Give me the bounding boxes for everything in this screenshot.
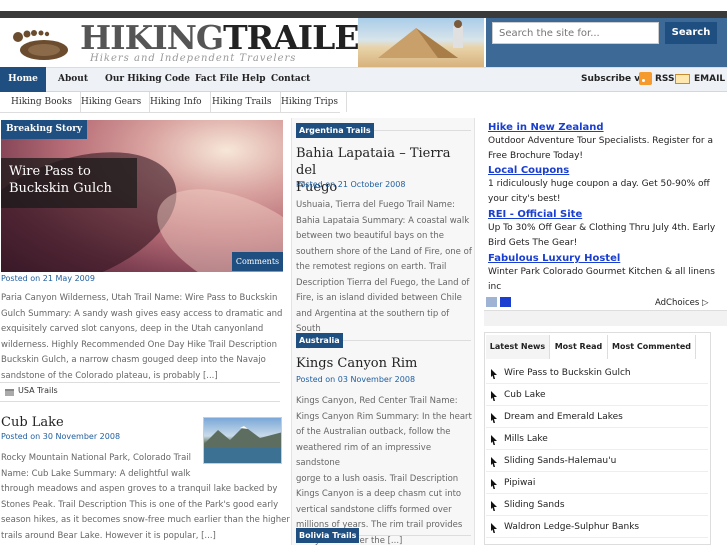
list-item-label[interactable]: Sliding Sands-Halemau'u <box>504 456 616 466</box>
ad-text: Outdoor Adventure Tour Specialists. Regi… <box>488 136 713 161</box>
subnav-hiking-books[interactable]: Hiking Books <box>3 92 82 112</box>
list-item-label[interactable]: Cub Lake <box>504 390 546 400</box>
cursor-arrow-icon <box>491 457 497 467</box>
subnav-hiking-trails[interactable]: Hiking Trails <box>204 92 281 112</box>
ad-text: Winter Park Colorado Gourmet Kitchen & a… <box>488 267 715 292</box>
post-excerpt: Ushuaia, Tierra del Fuego Trail Name: Ba… <box>296 200 472 350</box>
logo-word-hiking: HIKING <box>80 18 224 57</box>
nav-our-hiking-code[interactable]: Our Hiking Code <box>105 67 190 92</box>
footprint-logo-icon[interactable] <box>8 28 74 62</box>
ad-prev-arrow-icon[interactable] <box>486 297 497 307</box>
top-bar <box>0 11 727 18</box>
header-banner-pyramid-image <box>358 18 484 67</box>
breaking-story-badge: Breaking Story <box>1 120 88 139</box>
rss-icon[interactable] <box>639 72 652 85</box>
list-item-label[interactable]: Mills Lake <box>504 434 548 444</box>
tag-bolivia-trails[interactable]: Bolivia Trails <box>296 528 360 543</box>
ad-title[interactable]: Local Coupons <box>488 165 569 176</box>
post-date: Posted on 30 November 2008 <box>1 432 121 441</box>
cursor-arrow-icon <box>491 501 497 511</box>
tab-most-read[interactable]: Most Read <box>550 335 608 359</box>
nav-home[interactable]: Home <box>0 67 46 92</box>
category-link[interactable]: USA Trails <box>18 386 58 395</box>
cursor-arrow-icon <box>491 369 497 379</box>
subnav-hiking-info[interactable]: Hiking Info <box>142 92 211 112</box>
post-excerpt: Rocky Mountain National Park, Colorado T… <box>1 453 290 541</box>
folder-icon <box>5 389 14 396</box>
post-date: Posted on 21 October 2008 <box>296 180 406 189</box>
cursor-arrow-icon <box>491 391 497 401</box>
sidebar-divider <box>484 310 727 326</box>
featured-date: Posted on 21 May 2009 <box>1 274 95 283</box>
tab-latest-news[interactable]: Latest News <box>486 335 550 359</box>
ad-text: Up To 30% Off Gear & Clothing Thru July … <box>488 223 716 248</box>
featured-excerpt: Paria Canyon Wilderness, Utah Trail Name… <box>1 293 283 381</box>
tag-argentina-trails[interactable]: Argentina Trails <box>296 123 374 138</box>
ad-next-arrow-icon[interactable] <box>500 297 511 307</box>
list-item-label[interactable]: Sliding Sands <box>504 500 565 510</box>
tag-australia[interactable]: Australia <box>296 333 343 348</box>
list-item-label[interactable]: Dream and Emerald Lakes <box>504 412 623 422</box>
subnav-hiking-trips[interactable]: Hiking Trips <box>273 92 348 112</box>
ad-title[interactable]: Hike in New Zealand <box>488 122 604 133</box>
email-link[interactable]: EMAIL <box>694 67 725 92</box>
post-title-kings-canyon-rim[interactable]: Kings Canyon Rim <box>296 355 417 372</box>
nav-about[interactable]: About <box>58 67 88 92</box>
subnav-hiking-gears[interactable]: Hiking Gears <box>73 92 151 112</box>
comments-link[interactable]: Comments (0) <box>232 252 283 285</box>
cursor-arrow-icon <box>491 479 497 489</box>
post-excerpt: Kings Canyon, Red Center Trail Name: Kin… <box>296 396 472 545</box>
adchoices-link[interactable]: AdChoices ▷ <box>655 298 709 308</box>
ad-title[interactable]: REI - Official Site <box>488 209 582 220</box>
email-icon[interactable] <box>675 74 690 84</box>
featured-title[interactable]: Wire Pass to Buckskin Gulch <box>9 163 133 197</box>
nav-fact-file-help[interactable]: Fact File Help <box>195 67 266 92</box>
tab-most-commented[interactable]: Most Commented <box>608 335 696 359</box>
post-date: Posted on 03 November 2008 <box>296 375 416 384</box>
ad-title[interactable]: Fabulous Luxury Hostel <box>488 253 620 264</box>
nav-contact[interactable]: Contact <box>271 67 310 92</box>
site-logo[interactable]: HIKINGTRAILER <box>80 18 386 57</box>
cursor-arrow-icon <box>491 413 497 423</box>
search-input[interactable] <box>492 22 659 44</box>
rss-link[interactable]: RSS <box>655 67 675 92</box>
list-item-label[interactable]: Wire Pass to Buckskin Gulch <box>504 368 631 378</box>
list-item-label[interactable]: Pipiwai <box>504 478 535 488</box>
post-title-cub-lake[interactable]: Cub Lake <box>1 414 64 431</box>
list-item-label[interactable]: Waldron Ledge-Sulphur Banks <box>504 522 639 532</box>
cursor-arrow-icon <box>491 435 497 445</box>
search-button[interactable]: Search <box>665 22 717 44</box>
site-tagline: Hikers and Independent Travelers <box>90 53 297 64</box>
cursor-arrow-icon <box>491 523 497 533</box>
ad-text: 1 ridiculously huge coupon a day. Get 50… <box>488 179 710 204</box>
